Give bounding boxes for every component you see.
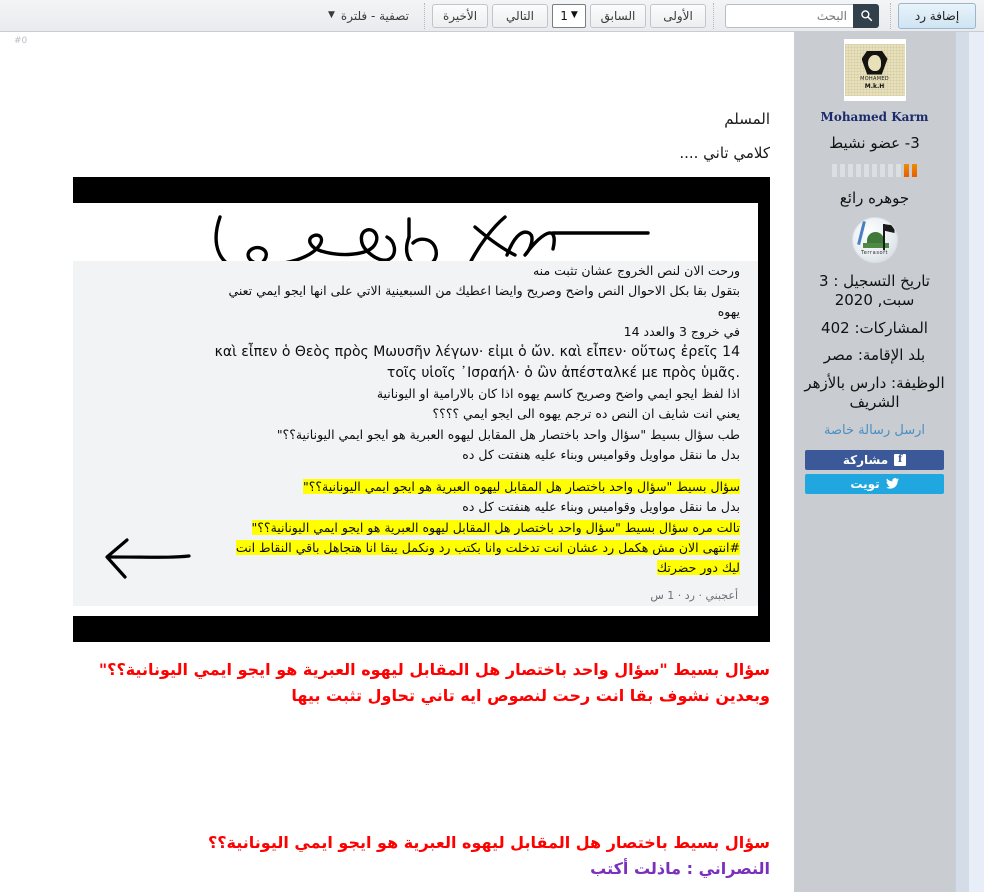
medal-ribbon <box>856 220 866 246</box>
screenshot-highlighted-line: سؤال بسيط "سؤال واحد باختصار هل المقابل … <box>91 477 740 497</box>
highlight-span: سؤال بسيط "سؤال واحد باختصار هل المقابل … <box>303 479 740 494</box>
sidebar-field-posts: المشاركات: 402 <box>821 318 928 337</box>
rank-bar <box>872 164 877 177</box>
screenshot-paragraph: في خروج 3 والعدد 14 <box>623 323 740 339</box>
medal-dome <box>866 232 884 243</box>
chevron-down-icon: ▼ <box>328 10 335 20</box>
screenshot-paragraph: يهوه <box>717 303 740 319</box>
medal-base <box>862 243 889 248</box>
purple-answer-line: النصراني : ماذلت أكتب <box>590 858 770 878</box>
page-last-button[interactable]: الأخيرة <box>432 3 488 28</box>
screenshot-highlighted-line: #انتهى الان مش هكمل رد عشان انت تدخلت وا… <box>91 538 740 558</box>
page-first-button[interactable]: الأولى <box>650 3 706 28</box>
pagination: الأولى السابق 1 ▼ التالي الأخيرة <box>432 3 706 28</box>
avatar-image: MOHAMED M.k.H <box>844 44 905 96</box>
medal-flag <box>883 224 895 233</box>
chevron-down-icon: ▼ <box>570 10 578 20</box>
rank-bar <box>864 164 869 177</box>
post-content: #0 المسلم كلامي تاني .... ورحت الان لنص … <box>0 32 794 892</box>
red-comment-block-1: سؤال بسيط "سؤال واحد باختصار هل المقابل … <box>0 657 794 709</box>
highlight-span: #انتهى الان مش هكمل رد عشان انت تدخلت وا… <box>235 539 740 555</box>
sidebar-title: جوهره رائع <box>839 189 910 207</box>
red-line-1: سؤال بسيط "سؤال واحد باختصار هل المقابل … <box>98 660 770 679</box>
screenshot-paragraph: طب سؤال بسيط "سؤال واحد باختصار هل المقا… <box>276 426 740 442</box>
screenshot-paragraph: اذا لفظ ايجو ايمي واضح وصريح كاسم يهوه ا… <box>376 386 740 401</box>
page-scrollbar[interactable] <box>955 32 984 892</box>
social-buttons: f مشاركة تويت <box>805 449 944 494</box>
screenshot-spacer <box>91 465 740 477</box>
filter-label: تصفية - فلترة <box>340 8 409 23</box>
avatar-caption: MOHAMED <box>860 75 889 82</box>
rank-bar-filled <box>904 164 909 177</box>
facebook-share-button[interactable]: f مشاركة <box>805 449 944 470</box>
user-sidebar: MOHAMED M.k.H Mohamed Karm 3- عضو نشيط ج… <box>785 32 955 892</box>
rank-bar <box>880 164 885 177</box>
twitter-share-button[interactable]: تويت <box>805 473 944 494</box>
post-line-1: المسلم <box>724 110 770 128</box>
rank-bar <box>896 164 901 177</box>
page-number-value: 1 <box>560 8 568 23</box>
facebook-share-label: مشاركة <box>842 452 889 467</box>
screenshot-paragraph: يعني انت شايف ان النص ده ترجم يهوه الى ا… <box>432 406 740 422</box>
red-question-line: سؤال بسيط باختصار هل المقابل ليهوه العبر… <box>207 833 770 852</box>
search-box <box>725 3 879 28</box>
scrollbar-track[interactable] <box>956 32 969 892</box>
screenshot-post-actions: أعجبني · رد · 1 س <box>650 589 738 602</box>
sidebar-rank: 3- عضو نشيط <box>829 134 920 152</box>
toolbar-divider-2 <box>713 2 714 29</box>
page-next-button[interactable]: التالي <box>492 3 548 28</box>
sidebar-field-job: الوظيفة: دارس بالأزهر الشريف <box>804 374 945 411</box>
screenshot-highlighted-line: ليك دور حضرتك <box>91 558 740 578</box>
top-toolbar: إضافة رد الأولى السابق 1 ▼ التالي الأخير… <box>0 0 984 32</box>
rank-bars <box>794 164 955 177</box>
post-line-2: كلامي تاني .... <box>679 144 770 162</box>
embedded-screenshot-image[interactable]: ورحت الان لنص الخروج عشان تثبت منه بتقول… <box>73 177 770 642</box>
send-private-message-link[interactable]: ارسل رسالة خاصة <box>794 423 955 438</box>
page-body: MOHAMED M.k.H Mohamed Karm 3- عضو نشيط ج… <box>0 32 984 892</box>
twitter-share-label: تويت <box>850 476 880 491</box>
twitter-icon <box>885 478 899 489</box>
screenshot-paragraph: بدل ما ننقل مواويل وقواميس وبناء عليه هن… <box>462 446 740 462</box>
filter-dropdown[interactable]: تصفية - فلترة ▼ <box>320 4 417 28</box>
toolbar-divider-1 <box>890 2 891 29</box>
screenshot-highlighted-line: تالت مره سؤال بسيط "سؤال واحد باختصار هل… <box>91 518 740 538</box>
rank-bar <box>888 164 893 177</box>
sidebar-field-country: بلد الإقامة: مصر <box>823 346 926 365</box>
avatar-hex-icon <box>861 50 888 75</box>
screenshot-greek-line: τοῖς υἱοῖς ᾿Ισραήλ· ὁ ὢν ἀπέσταλκέ με πρ… <box>386 365 740 381</box>
rank-bar <box>840 164 845 177</box>
page-prev-button[interactable]: السابق <box>590 3 646 28</box>
screenshot-paragraph: ورحت الان لنص الخروج عشان تثبت منه <box>532 263 740 278</box>
sidebar-field-join-date: تاريخ التسجيل : 3 سبت, 2020 <box>819 272 930 309</box>
screenshot-paragraph: بتقول بقا بكل الاحوال النص واضح وصريح وا… <box>228 283 740 299</box>
mosque-medal-icon: Terrasoft <box>851 217 898 263</box>
page-number-select[interactable]: 1 ▼ <box>552 3 586 28</box>
sidebar-username[interactable]: Mohamed Karm <box>794 110 955 124</box>
avatar[interactable]: MOHAMED M.k.H <box>843 39 906 101</box>
search-icon[interactable] <box>853 3 879 28</box>
screenshot-greek-line: καὶ εἶπεν ὁ Θεὸς πρὸς Μωυσῆν λέγων· εἰμι… <box>214 344 740 360</box>
add-reply-button[interactable]: إضافة رد <box>898 2 976 29</box>
rank-bar <box>856 164 861 177</box>
screenshot-paragraph: بدل ما ننقل مواويل وقواميس وبناء عليه هن… <box>462 499 740 515</box>
rank-bar-filled <box>912 164 917 177</box>
rank-bar <box>848 164 853 177</box>
highlight-span: تالت مره سؤال بسيط "سؤال واحد باختصار هل… <box>251 519 740 535</box>
rank-bar <box>832 164 837 177</box>
red-line-2: وبعدين نشوف بقا انت رحت لنصوص ايه تاني ت… <box>291 685 770 705</box>
red-comment-block-2: سؤال بسيط باختصار هل المقابل ليهوه العبر… <box>0 830 794 882</box>
search-input[interactable] <box>725 3 853 28</box>
highlight-span: ليك دور حضرتك <box>656 560 740 575</box>
screenshot-text-body: ورحت الان لنص الخروج عشان تثبت منه بتقول… <box>73 261 758 606</box>
facebook-icon: f <box>894 453 907 466</box>
medal-caption: Terrasoft <box>860 250 889 256</box>
toolbar-divider-3 <box>424 2 425 29</box>
avatar-caption-2: M.k.H <box>864 82 885 90</box>
toolbar-right-group: إضافة رد <box>898 0 984 31</box>
post-number: #0 <box>14 36 28 46</box>
